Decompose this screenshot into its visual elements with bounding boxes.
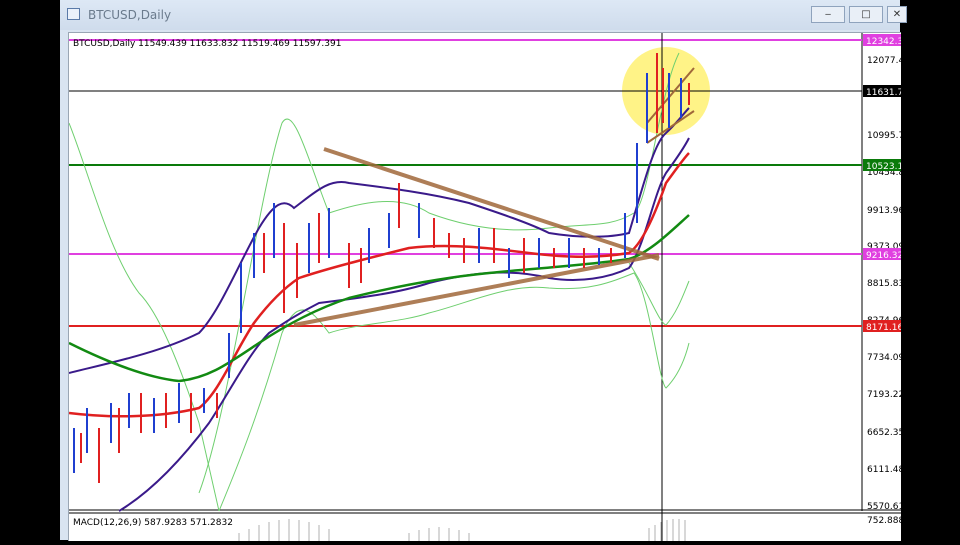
chart-canvas[interactable]: BTCUSD,Daily 11549.439 11633.832 11519.4… bbox=[68, 32, 904, 541]
price-tick: 8815.83 bbox=[867, 279, 901, 289]
bollinger-lower bbox=[118, 137, 690, 512]
level-tag-upper-text: 12342.3 bbox=[866, 37, 901, 47]
ma-fast bbox=[68, 152, 690, 418]
price-tick: 6652.35 bbox=[867, 428, 901, 438]
level-tag-support-text: 8171.16 bbox=[866, 323, 901, 333]
symbol-info: BTCUSD,Daily 11549.439 11633.832 11519.4… bbox=[73, 39, 341, 49]
envelope-lower-inner bbox=[628, 262, 690, 326]
price-tick: 12077.4 bbox=[867, 56, 901, 66]
price-tick: 7734.09 bbox=[867, 353, 901, 363]
chart-window: BTCUSD,Daily ‒ □ ✕ BTCUSD,Daily 11549.43… bbox=[60, 0, 907, 541]
macd-axis-value: 752.888 bbox=[867, 516, 901, 526]
level-tag-green-text: 10523.1 bbox=[866, 162, 901, 172]
level-tag-current-text: 11631.7 bbox=[866, 88, 901, 98]
envelope-upper-left bbox=[68, 122, 220, 512]
price-axis: 12077.4 10995.7 9913.96 9373.09 8815.83 … bbox=[867, 56, 904, 512]
close-button[interactable]: ✕ bbox=[887, 6, 907, 23]
macd-histogram bbox=[238, 519, 686, 541]
title-bar[interactable]: BTCUSD,Daily ‒ □ ✕ bbox=[60, 0, 907, 30]
bollinger-upper bbox=[68, 107, 690, 374]
minimize-icon: ‒ bbox=[824, 9, 832, 20]
price-tick: 10995.7 bbox=[867, 131, 901, 141]
close-icon: ✕ bbox=[892, 9, 902, 20]
envelope-lower bbox=[218, 272, 690, 512]
price-tick: 9913.96 bbox=[867, 206, 901, 216]
price-tick: 5570.61 bbox=[867, 502, 901, 512]
envelope-upper bbox=[198, 52, 680, 494]
maximize-button[interactable]: □ bbox=[849, 6, 883, 23]
minimize-button[interactable]: ‒ bbox=[811, 6, 845, 23]
price-chart[interactable]: BTCUSD,Daily 11549.439 11633.832 11519.4… bbox=[68, 33, 904, 541]
level-tag-pivot-text: 9216.32 bbox=[866, 251, 901, 261]
price-tick: 6111.48 bbox=[867, 465, 901, 475]
macd-label: MACD(12,26,9) 587.9283 571.2832 bbox=[73, 518, 233, 528]
window-title: BTCUSD,Daily bbox=[88, 8, 172, 22]
chart-window-icon bbox=[67, 8, 80, 20]
price-tick: 7193.22 bbox=[867, 390, 901, 400]
maximize-icon: □ bbox=[861, 9, 871, 20]
